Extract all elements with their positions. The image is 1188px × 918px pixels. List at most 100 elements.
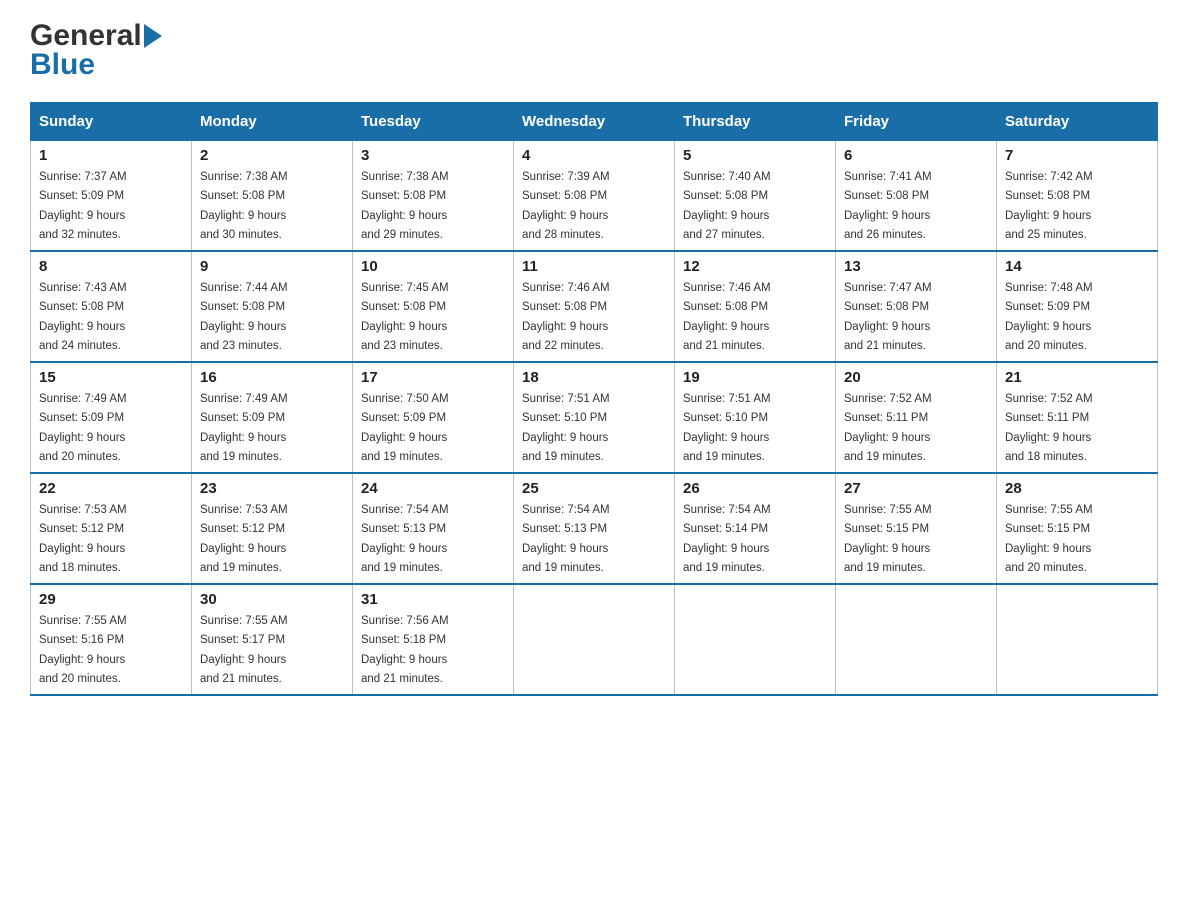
day-info: Sunrise: 7:54 AMSunset: 5:13 PMDaylight:… (361, 504, 449, 574)
day-number: 17 (361, 369, 505, 386)
calendar-cell: 23 Sunrise: 7:53 AMSunset: 5:12 PMDayligh… (192, 473, 353, 584)
header-saturday: Saturday (997, 103, 1158, 141)
logo-blue-text: Blue (30, 48, 95, 82)
logo-general-text: General (30, 21, 142, 51)
day-info: Sunrise: 7:49 AMSunset: 5:09 PMDaylight:… (39, 393, 127, 463)
day-number: 24 (361, 480, 505, 497)
day-info: Sunrise: 7:55 AMSunset: 5:15 PMDaylight:… (844, 504, 932, 574)
day-number: 26 (683, 480, 827, 497)
day-number: 3 (361, 147, 505, 164)
calendar-cell: 31Sunrise: 7:56 AMSunset: 5:18 PMDayligh… (353, 584, 514, 695)
day-info: Sunrise: 7:49 AMSunset: 5:09 PMDaylight:… (200, 393, 288, 463)
day-info: Sunrise: 7:51 AMSunset: 5:10 PMDaylight:… (683, 393, 771, 463)
day-number: 30 (200, 591, 344, 608)
day-info: Sunrise: 7:45 AMSunset: 5:08 PMDaylight:… (361, 282, 449, 352)
calendar-week-row: 1 Sunrise: 7:37 AMSunset: 5:09 PMDaylight… (31, 141, 1158, 252)
day-number: 29 (39, 591, 183, 608)
day-number: 5 (683, 147, 827, 164)
header-monday: Monday (192, 103, 353, 141)
day-number: 9 (200, 258, 344, 275)
calendar-cell: 24 Sunrise: 7:54 AMSunset: 5:13 PMDayligh… (353, 473, 514, 584)
header-thursday: Thursday (675, 103, 836, 141)
page-header: General Blue (30, 20, 1158, 82)
day-number: 2 (200, 147, 344, 164)
header-wednesday: Wednesday (514, 103, 675, 141)
day-info: Sunrise: 7:37 AMSunset: 5:09 PMDaylight:… (39, 171, 127, 241)
day-info: Sunrise: 7:53 AMSunset: 5:12 PMDaylight:… (39, 504, 127, 574)
calendar-cell: 9 Sunrise: 7:44 AMSunset: 5:08 PMDaylight… (192, 251, 353, 362)
calendar-cell: 4 Sunrise: 7:39 AMSunset: 5:08 PMDaylight… (514, 141, 675, 252)
day-number: 18 (522, 369, 666, 386)
day-info: Sunrise: 7:47 AMSunset: 5:08 PMDaylight:… (844, 282, 932, 352)
calendar-week-row: 15 Sunrise: 7:49 AMSunset: 5:09 PMDayligh… (31, 362, 1158, 473)
calendar-cell: 17 Sunrise: 7:50 AMSunset: 5:09 PMDayligh… (353, 362, 514, 473)
day-info: Sunrise: 7:51 AMSunset: 5:10 PMDaylight:… (522, 393, 610, 463)
day-info: Sunrise: 7:46 AMSunset: 5:08 PMDaylight:… (522, 282, 610, 352)
day-info: Sunrise: 7:54 AMSunset: 5:13 PMDaylight:… (522, 504, 610, 574)
day-info: Sunrise: 7:38 AMSunset: 5:08 PMDaylight:… (200, 171, 288, 241)
day-info: Sunrise: 7:48 AMSunset: 5:09 PMDaylight:… (1005, 282, 1093, 352)
calendar-cell: 10 Sunrise: 7:45 AMSunset: 5:08 PMDayligh… (353, 251, 514, 362)
day-number: 27 (844, 480, 988, 497)
calendar-cell: 27 Sunrise: 7:55 AMSunset: 5:15 PMDayligh… (836, 473, 997, 584)
header-tuesday: Tuesday (353, 103, 514, 141)
calendar-cell: 14 Sunrise: 7:48 AMSunset: 5:09 PMDayligh… (997, 251, 1158, 362)
calendar-cell (997, 584, 1158, 695)
day-info: Sunrise: 7:46 AMSunset: 5:08 PMDaylight:… (683, 282, 771, 352)
calendar-cell: 19Sunrise: 7:51 AMSunset: 5:10 PMDayligh… (675, 362, 836, 473)
calendar-cell: 12 Sunrise: 7:46 AMSunset: 5:08 PMDayligh… (675, 251, 836, 362)
logo-icon (144, 20, 166, 52)
day-number: 16 (200, 369, 344, 386)
calendar-cell: 26 Sunrise: 7:54 AMSunset: 5:14 PMDayligh… (675, 473, 836, 584)
calendar-cell: 28 Sunrise: 7:55 AMSunset: 5:15 PMDayligh… (997, 473, 1158, 584)
day-info: Sunrise: 7:41 AMSunset: 5:08 PMDaylight:… (844, 171, 932, 241)
day-number: 12 (683, 258, 827, 275)
calendar-cell: 1 Sunrise: 7:37 AMSunset: 5:09 PMDaylight… (31, 141, 192, 252)
day-info: Sunrise: 7:50 AMSunset: 5:09 PMDaylight:… (361, 393, 449, 463)
calendar-cell: 11Sunrise: 7:46 AMSunset: 5:08 PMDayligh… (514, 251, 675, 362)
calendar-week-row: 22 Sunrise: 7:53 AMSunset: 5:12 PMDayligh… (31, 473, 1158, 584)
day-number: 1 (39, 147, 183, 164)
day-number: 6 (844, 147, 988, 164)
calendar-cell: 8 Sunrise: 7:43 AMSunset: 5:08 PMDaylight… (31, 251, 192, 362)
day-info: Sunrise: 7:54 AMSunset: 5:14 PMDaylight:… (683, 504, 771, 574)
day-number: 7 (1005, 147, 1149, 164)
logo: General Blue (30, 20, 166, 82)
calendar-table: SundayMondayTuesdayWednesdayThursdayFrid… (30, 102, 1158, 696)
day-number: 8 (39, 258, 183, 275)
calendar-week-row: 8 Sunrise: 7:43 AMSunset: 5:08 PMDaylight… (31, 251, 1158, 362)
day-info: Sunrise: 7:53 AMSunset: 5:12 PMDaylight:… (200, 504, 288, 574)
calendar-cell: 2 Sunrise: 7:38 AMSunset: 5:08 PMDaylight… (192, 141, 353, 252)
day-number: 28 (1005, 480, 1149, 497)
calendar-cell (514, 584, 675, 695)
calendar-header-row: SundayMondayTuesdayWednesdayThursdayFrid… (31, 103, 1158, 141)
calendar-cell: 18 Sunrise: 7:51 AMSunset: 5:10 PMDayligh… (514, 362, 675, 473)
calendar-cell: 29Sunrise: 7:55 AMSunset: 5:16 PMDayligh… (31, 584, 192, 695)
day-info: Sunrise: 7:44 AMSunset: 5:08 PMDaylight:… (200, 282, 288, 352)
day-number: 23 (200, 480, 344, 497)
day-info: Sunrise: 7:43 AMSunset: 5:08 PMDaylight:… (39, 282, 127, 352)
day-info: Sunrise: 7:55 AMSunset: 5:15 PMDaylight:… (1005, 504, 1093, 574)
day-number: 10 (361, 258, 505, 275)
calendar-cell: 7 Sunrise: 7:42 AMSunset: 5:08 PMDaylight… (997, 141, 1158, 252)
day-number: 15 (39, 369, 183, 386)
day-info: Sunrise: 7:42 AMSunset: 5:08 PMDaylight:… (1005, 171, 1093, 241)
calendar-cell: 25Sunrise: 7:54 AMSunset: 5:13 PMDayligh… (514, 473, 675, 584)
day-number: 20 (844, 369, 988, 386)
day-number: 14 (1005, 258, 1149, 275)
day-number: 21 (1005, 369, 1149, 386)
day-info: Sunrise: 7:39 AMSunset: 5:08 PMDaylight:… (522, 171, 610, 241)
header-friday: Friday (836, 103, 997, 141)
day-info: Sunrise: 7:38 AMSunset: 5:08 PMDaylight:… (361, 171, 449, 241)
day-number: 22 (39, 480, 183, 497)
day-info: Sunrise: 7:52 AMSunset: 5:11 PMDaylight:… (1005, 393, 1093, 463)
day-number: 4 (522, 147, 666, 164)
calendar-cell (675, 584, 836, 695)
header-sunday: Sunday (31, 103, 192, 141)
calendar-cell: 15 Sunrise: 7:49 AMSunset: 5:09 PMDayligh… (31, 362, 192, 473)
calendar-cell: 5Sunrise: 7:40 AMSunset: 5:08 PMDaylight… (675, 141, 836, 252)
calendar-week-row: 29Sunrise: 7:55 AMSunset: 5:16 PMDayligh… (31, 584, 1158, 695)
calendar-cell: 30Sunrise: 7:55 AMSunset: 5:17 PMDayligh… (192, 584, 353, 695)
calendar-cell: 16 Sunrise: 7:49 AMSunset: 5:09 PMDayligh… (192, 362, 353, 473)
day-number: 31 (361, 591, 505, 608)
